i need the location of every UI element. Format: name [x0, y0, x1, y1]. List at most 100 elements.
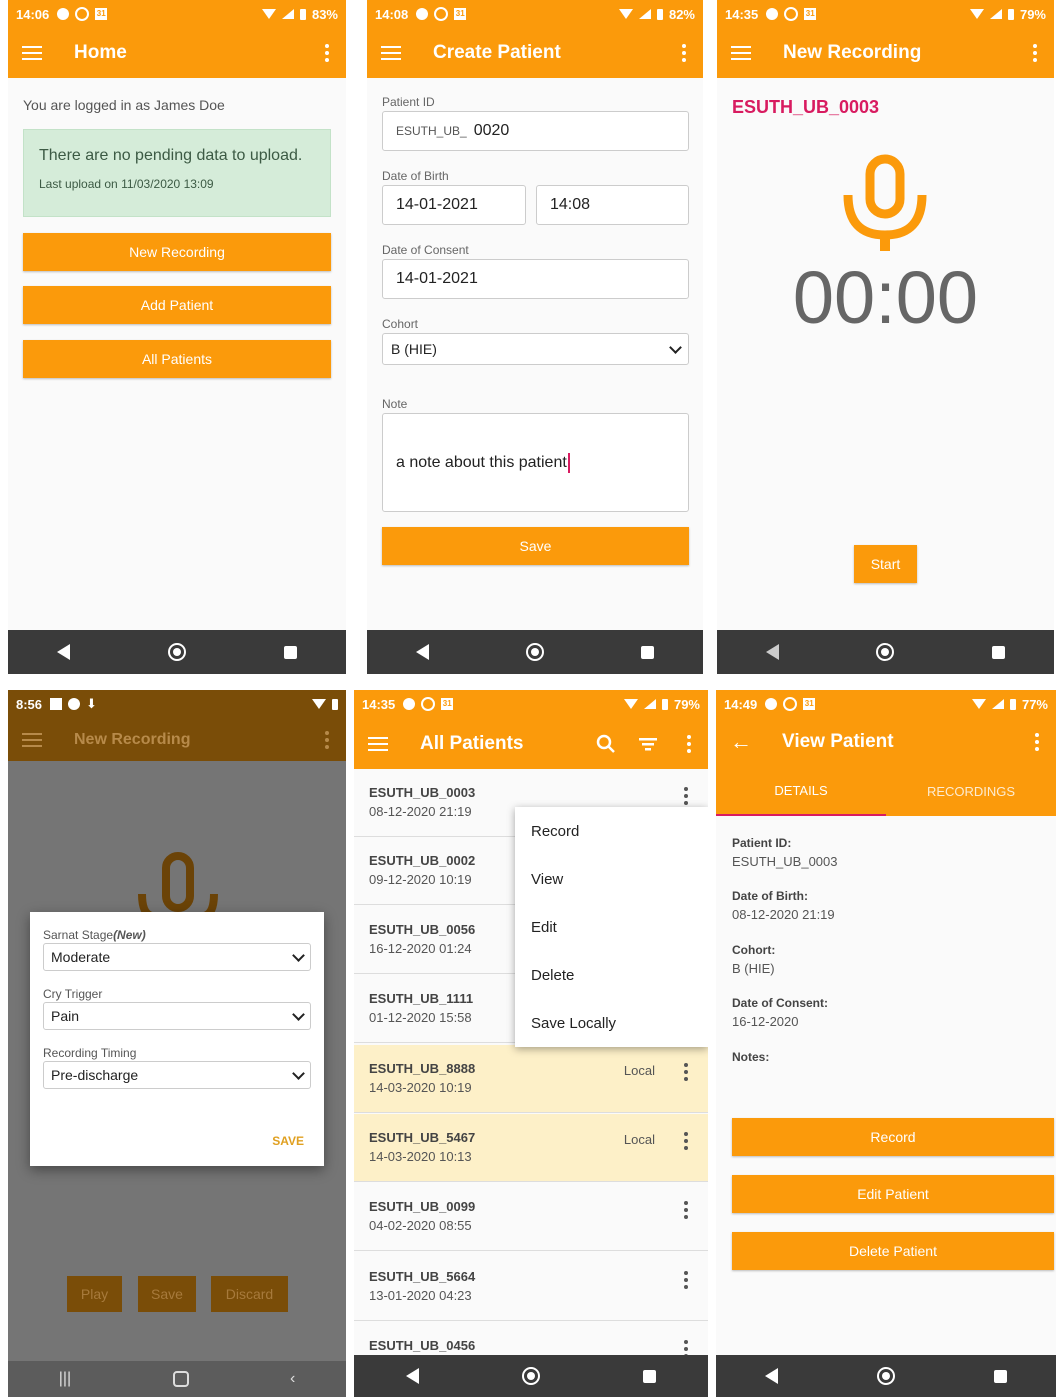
list-item[interactable]: ESUTH_UB_8888 14-03-2020 10:19 Local: [354, 1045, 708, 1113]
delete-patient-button[interactable]: Delete Patient: [732, 1232, 1054, 1270]
save-button[interactable]: Save: [382, 527, 689, 565]
play-button[interactable]: Play: [67, 1276, 122, 1312]
overflow-menu-icon[interactable]: [322, 44, 332, 62]
timing-value: Pre-discharge: [51, 1067, 139, 1083]
back-icon[interactable]: [57, 644, 70, 660]
back-icon[interactable]: [765, 644, 779, 660]
battery-icon: [299, 8, 306, 20]
menu-icon[interactable]: [731, 46, 751, 60]
status-time: 14:35: [725, 6, 759, 22]
overflow-menu-icon[interactable]: [1032, 733, 1042, 751]
back-icon[interactable]: [405, 1368, 419, 1384]
home-icon[interactable]: [521, 1367, 540, 1385]
local-badge: Local: [623, 1132, 655, 1147]
notice-title: There are no pending data to upload.: [39, 147, 303, 164]
row-kebab-icon[interactable]: [684, 787, 688, 805]
tab-recordings[interactable]: RECORDINGS: [886, 766, 1056, 816]
back-icon[interactable]: ‹: [290, 1370, 295, 1388]
status-time: 14:06: [16, 6, 50, 22]
whatsapp-icon: [75, 7, 90, 21]
sarnat-select[interactable]: Moderate: [43, 943, 311, 971]
search-icon[interactable]: [596, 734, 616, 754]
menu-icon[interactable]: [368, 736, 388, 751]
menu-item-view[interactable]: View: [515, 855, 708, 903]
row-kebab-icon[interactable]: [684, 1340, 688, 1355]
menu-item-record[interactable]: Record: [515, 807, 708, 855]
recents-icon[interactable]: [993, 1369, 1007, 1383]
menu-icon[interactable]: [22, 46, 42, 60]
row-kebab-icon[interactable]: [684, 1132, 688, 1150]
back-arrow-icon[interactable]: ←: [730, 729, 752, 755]
discard-button[interactable]: Discard: [211, 1276, 288, 1312]
start-button[interactable]: Start: [854, 545, 917, 583]
detail-cohort: Cohort: B (HIE): [732, 943, 776, 976]
record-button[interactable]: Record: [732, 1118, 1054, 1156]
chevron-down-icon: [292, 1007, 305, 1021]
cry-select[interactable]: Pain: [43, 1002, 311, 1030]
dob-date-field[interactable]: 14-01-2021: [382, 185, 526, 225]
wifi-icon: [971, 699, 986, 709]
page-title: All Patients: [420, 732, 524, 754]
list-item[interactable]: ESUTH_UB_5664 13-01-2020 04:23: [354, 1253, 708, 1321]
calendar-icon: 31: [441, 698, 454, 710]
all-patients-button[interactable]: All Patients: [23, 340, 331, 378]
new-recording-button[interactable]: New Recording: [23, 233, 331, 271]
overflow-menu-icon[interactable]: [322, 730, 332, 749]
recents-icon[interactable]: [284, 645, 297, 659]
status-bar: 14:35 31 79%: [717, 0, 1054, 28]
add-patient-button[interactable]: Add Patient: [23, 286, 331, 324]
menu-icon[interactable]: [22, 732, 42, 747]
overflow-menu-icon[interactable]: [1030, 44, 1040, 62]
note-value: a note about this patient: [396, 453, 567, 471]
row-kebab-icon[interactable]: [684, 1271, 688, 1289]
tab-details[interactable]: DETAILS: [716, 766, 886, 816]
cohort-select[interactable]: B (HIE): [382, 333, 689, 365]
overflow-menu-icon[interactable]: [679, 44, 689, 62]
app-bar: Home: [8, 28, 346, 78]
whatsapp-icon: [784, 7, 799, 21]
home-icon[interactable]: [876, 643, 895, 661]
home-icon[interactable]: [168, 643, 186, 661]
status-bar: 14:06 31 83%: [8, 0, 346, 28]
overflow-menu-icon[interactable]: [684, 734, 694, 753]
back-icon[interactable]: [415, 644, 429, 660]
recents-icon[interactable]: [643, 1369, 657, 1383]
notification-icon: [765, 698, 778, 710]
timing-select[interactable]: Pre-discharge: [43, 1061, 311, 1089]
chevron-down-icon: [292, 948, 305, 962]
app-bar: ← View Patient: [716, 718, 1056, 766]
consent-date-field[interactable]: 14-01-2021: [382, 259, 689, 299]
menu-icon[interactable]: [381, 46, 401, 60]
status-bar: 8:56 ⬇: [8, 690, 346, 718]
home-icon[interactable]: [876, 1367, 895, 1385]
note-field[interactable]: a note about this patient: [382, 413, 689, 512]
row-date: 14-03-2020 10:13: [369, 1149, 472, 1164]
recents-icon[interactable]: [992, 645, 1006, 659]
menu-item-save-locally[interactable]: Save Locally: [515, 999, 708, 1047]
menu-item-edit[interactable]: Edit: [515, 903, 708, 951]
list-item[interactable]: ESUTH_UB_0099 04-02-2020 08:55: [354, 1183, 708, 1251]
home-icon[interactable]: [172, 1371, 189, 1387]
list-item[interactable]: ESUTH_UB_0456: [354, 1322, 708, 1355]
back-icon[interactable]: [765, 1368, 779, 1384]
save-button[interactable]: Save: [138, 1276, 196, 1312]
app-bar: All Patients: [354, 718, 708, 769]
row-kebab-icon[interactable]: [684, 1063, 688, 1081]
dialog-save-button[interactable]: SAVE: [272, 1134, 304, 1148]
whatsapp-icon: [434, 7, 449, 21]
notification-icon: [57, 8, 70, 20]
patient-id-field[interactable]: ESUTH_UB_ 0020: [382, 111, 689, 151]
recents-icon[interactable]: [641, 645, 655, 659]
recents-icon[interactable]: |||: [59, 1370, 71, 1388]
home-icon[interactable]: [525, 643, 544, 661]
row-kebab-icon[interactable]: [684, 1201, 688, 1219]
consent-label: Date of Consent: [382, 243, 469, 257]
cry-label: Cry Trigger: [43, 987, 103, 1001]
list-item[interactable]: ESUTH_UB_5467 14-03-2020 10:13 Local: [354, 1114, 708, 1182]
whatsapp-icon: [783, 697, 798, 711]
edit-patient-button[interactable]: Edit Patient: [732, 1175, 1054, 1213]
menu-item-delete[interactable]: Delete: [515, 951, 708, 999]
dob-time-field[interactable]: 14:08: [536, 185, 689, 225]
filter-icon[interactable]: [638, 736, 658, 752]
upload-notice: There are no pending data to upload. Las…: [23, 129, 331, 217]
